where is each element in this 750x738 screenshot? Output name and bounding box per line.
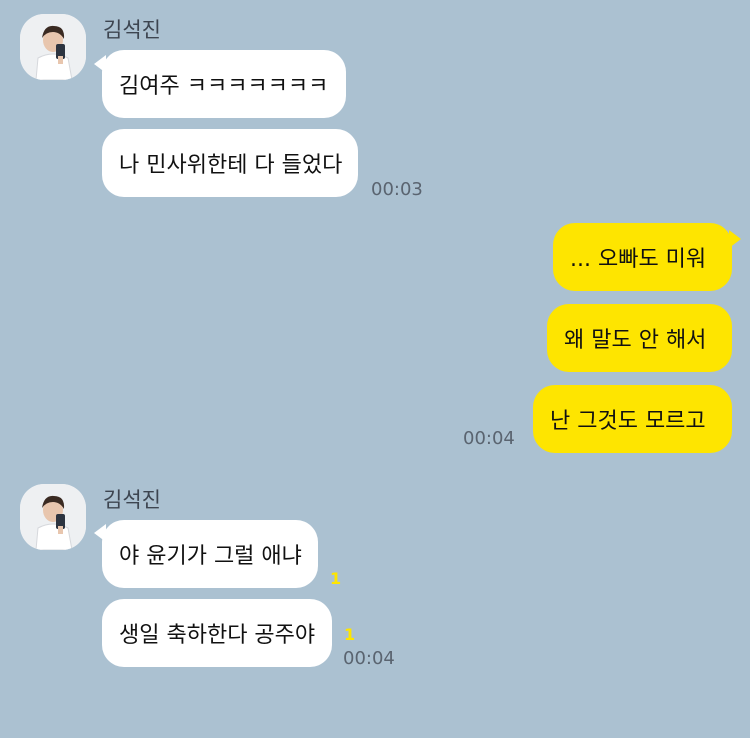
message-bubble[interactable]: ... 오빠도 미워: [553, 223, 732, 291]
unread-count: 1: [344, 625, 356, 644]
message-timestamp: 00:04: [463, 428, 515, 449]
sender-name: 김석진: [103, 18, 161, 42]
avatar[interactable]: [20, 14, 86, 80]
avatar[interactable]: [20, 484, 86, 550]
unread-count: 1: [330, 569, 342, 588]
message-bubble[interactable]: 김여주 ㅋㅋㅋㅋㅋㅋㅋ: [102, 50, 346, 118]
message-timestamp: 00:03: [371, 179, 423, 200]
message-bubble[interactable]: 난 그것도 모르고: [533, 385, 732, 453]
message-bubble[interactable]: 나 민사위한테 다 들었다: [102, 129, 358, 197]
message-timestamp: 00:04: [343, 648, 395, 669]
message-bubble[interactable]: 야 윤기가 그럴 애냐: [102, 520, 318, 588]
sender-name: 김석진: [103, 488, 161, 512]
message-bubble[interactable]: 생일 축하한다 공주야: [102, 599, 332, 667]
message-bubble[interactable]: 왜 말도 안 해서: [547, 304, 732, 372]
